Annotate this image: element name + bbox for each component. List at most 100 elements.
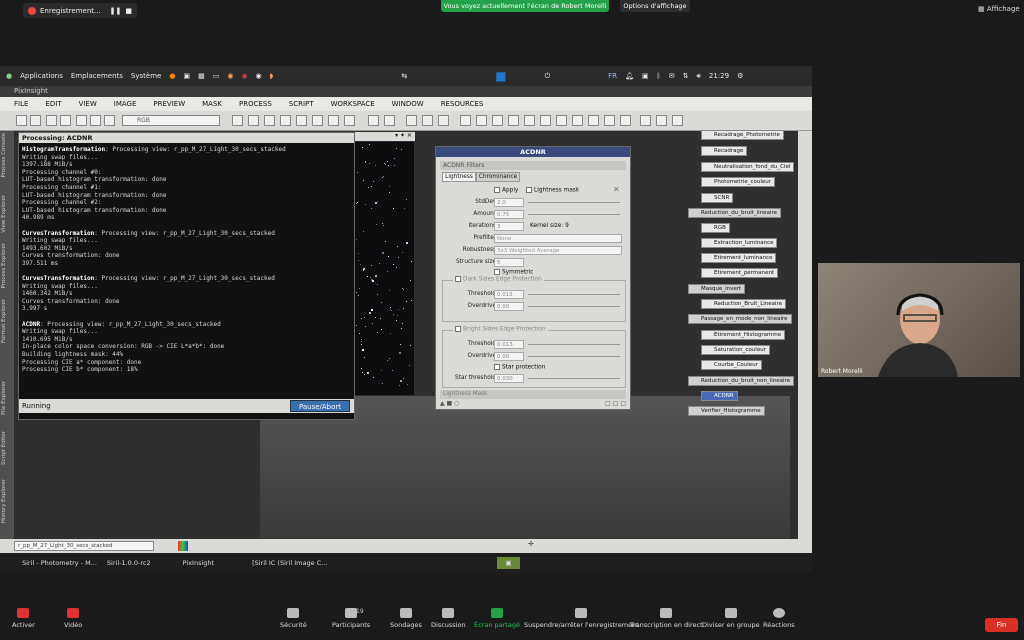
toolbar-icon[interactable] [572,115,583,126]
network-icon[interactable]: ⇅ [683,72,689,80]
star-threshold-slider[interactable] [528,378,620,379]
toolbar-icon[interactable] [620,115,631,126]
security-button[interactable]: Sécurité [280,608,307,629]
toolbar-icon[interactable] [296,115,307,126]
toolbar-icon[interactable] [76,115,87,126]
tab-chrominance[interactable]: Chrominance [476,172,520,182]
zoom-in-icon[interactable] [406,115,417,126]
process-icon[interactable]: Etirement_Histogramme [701,330,786,340]
dark-threshold-slider[interactable] [528,294,620,295]
menu-view[interactable]: VIEW [79,100,97,108]
toolbar-icon[interactable] [492,115,503,126]
lightness-mask-checkbox[interactable]: Lightness mask [526,187,579,194]
toolbar-icon[interactable] [280,115,291,126]
apps-menu-icon[interactable]: ● [6,72,12,80]
chat-button[interactable]: Discussion [431,608,466,629]
lightness-mask-section[interactable]: Lightness Mask [440,390,626,399]
dark-overdrive-slider[interactable] [528,306,620,307]
channel-select[interactable]: RGB [122,115,220,126]
process-icon[interactable]: Recadrage_Photometrie [701,130,784,140]
network-share-icon[interactable]: ⇆ [401,72,407,80]
process-icon[interactable]: Reduction_du_bruit_non_lineaire [688,376,795,386]
structure-size-field[interactable]: 5 [494,258,524,267]
toolbar-icon[interactable] [344,115,355,126]
process-icon[interactable]: Etirement_luminance [701,253,777,263]
toolbar-icon[interactable] [656,115,667,126]
dark-threshold-field[interactable]: 0.015 [494,290,524,299]
tab-history-explorer[interactable]: History Explorer [1,479,13,523]
tool-icon[interactable]: ▣ [800,235,807,243]
terminal-icon[interactable]: ▭ [213,72,220,80]
settings-gear-icon[interactable]: ⚙ [737,72,743,80]
tab-view-explorer[interactable]: View Explorer [1,195,13,233]
menu-file[interactable]: FILE [14,100,28,108]
mail-icon[interactable]: ✉ [669,72,675,80]
process-icon[interactable]: Masque_invert [688,284,746,294]
process-icon[interactable]: Saturation_couleur [701,345,770,355]
video-button[interactable]: Vidéo [64,608,82,629]
redo-icon[interactable] [30,115,41,126]
polls-button[interactable]: Sondages [390,608,422,629]
applications-menu[interactable]: Applications [20,72,63,80]
live-transcription-button[interactable]: Transcription en direct [630,608,703,629]
toolbar-icon[interactable] [90,115,101,126]
tool-icon[interactable]: ▣ [800,195,807,203]
process-icon[interactable]: Verifier_Histogramme [688,406,765,416]
share-screen-button[interactable]: Écran partagé [474,608,520,629]
apply-checkbox[interactable]: Apply [494,187,518,194]
menu-workspace[interactable]: WORKSPACE [331,100,375,108]
stddev-slider[interactable] [528,202,620,203]
toolbar-icon[interactable] [540,115,551,126]
amount-field[interactable]: 0.75 [494,210,524,219]
zoom-out-icon[interactable] [384,115,395,126]
apply-icon[interactable]: ■ [447,400,453,407]
process-icon[interactable]: Neutralisation_fond_du_Ciel [701,162,795,172]
app-icon[interactable]: ◗ [270,72,274,80]
reset-icon[interactable]: □ □ □ [605,400,626,407]
dark-sides-checkbox[interactable]: Dark Sides Edge Protection [453,276,544,283]
toolbar-icon[interactable] [604,115,615,126]
star-protection-checkbox[interactable]: Star protection [494,364,545,371]
camera-icon[interactable]: ▣ [183,72,190,80]
bright-overdrive-slider[interactable] [528,356,620,357]
taskbar-item[interactable]: Siril-1.0.0-rc2 [107,559,151,567]
process-icon[interactable]: Recadrage [701,146,748,156]
tab-process-console[interactable]: Process Console [1,133,13,177]
zoom-in-icon[interactable] [368,115,379,126]
process-icon[interactable]: Photometrie_couleur [701,177,776,187]
menu-resources[interactable]: RESOURCES [441,100,484,108]
breakout-rooms-button[interactable]: Diviser en groupe [702,608,760,629]
close-icon[interactable]: ✕ [613,185,620,194]
toolbar-icon[interactable] [672,115,683,126]
notification-icon[interactable]: 🔔︎ [625,72,634,80]
symmetric-checkbox[interactable]: Symmetric [494,269,533,276]
process-icon[interactable]: Courbe_Couleur [701,360,762,370]
iterations-field[interactable]: 3 [494,222,524,231]
zoom-tray-icon[interactable]: ▣ [642,72,649,80]
menu-mask[interactable]: MASK [202,100,222,108]
workspace-switcher-icon[interactable]: ▣ [497,556,520,569]
participant-video[interactable]: Robert Morelli [818,263,1020,377]
toolbar-icon[interactable] [248,115,259,126]
app-icon[interactable]: ◉ [227,72,233,80]
zoom-fit-icon[interactable] [438,115,449,126]
tool-icon[interactable]: ▣ [800,215,807,223]
stddev-field[interactable]: 2.0 [494,198,524,207]
toolbar-icon[interactable] [524,115,535,126]
toolbar-icon[interactable] [588,115,599,126]
menu-image[interactable]: IMAGE [114,100,137,108]
menu-process[interactable]: PROCESS [239,100,272,108]
firefox-icon[interactable]: ● [169,72,175,80]
end-meeting-button[interactable]: Fin [985,618,1018,632]
tab-file-explorer[interactable]: File Explorer [1,381,13,415]
process-icon[interactable]: Reduction_Bruit_Lineaire [701,299,787,309]
bright-overdrive-field[interactable]: 0.00 [494,352,524,361]
menu-script[interactable]: SCRIPT [289,100,314,108]
language-indicator[interactable]: FR [608,72,617,80]
monitor-icon[interactable]: ▭ [800,139,807,147]
process-icon[interactable]: Passage_en_mode_non_lineaire [688,314,792,324]
toolbar-icon[interactable] [104,115,115,126]
view-options-button[interactable]: Options d'affichage [620,0,690,12]
process-icon[interactable]: Etirement_permanent [701,268,779,278]
app-icon[interactable]: ◉ [241,72,247,80]
